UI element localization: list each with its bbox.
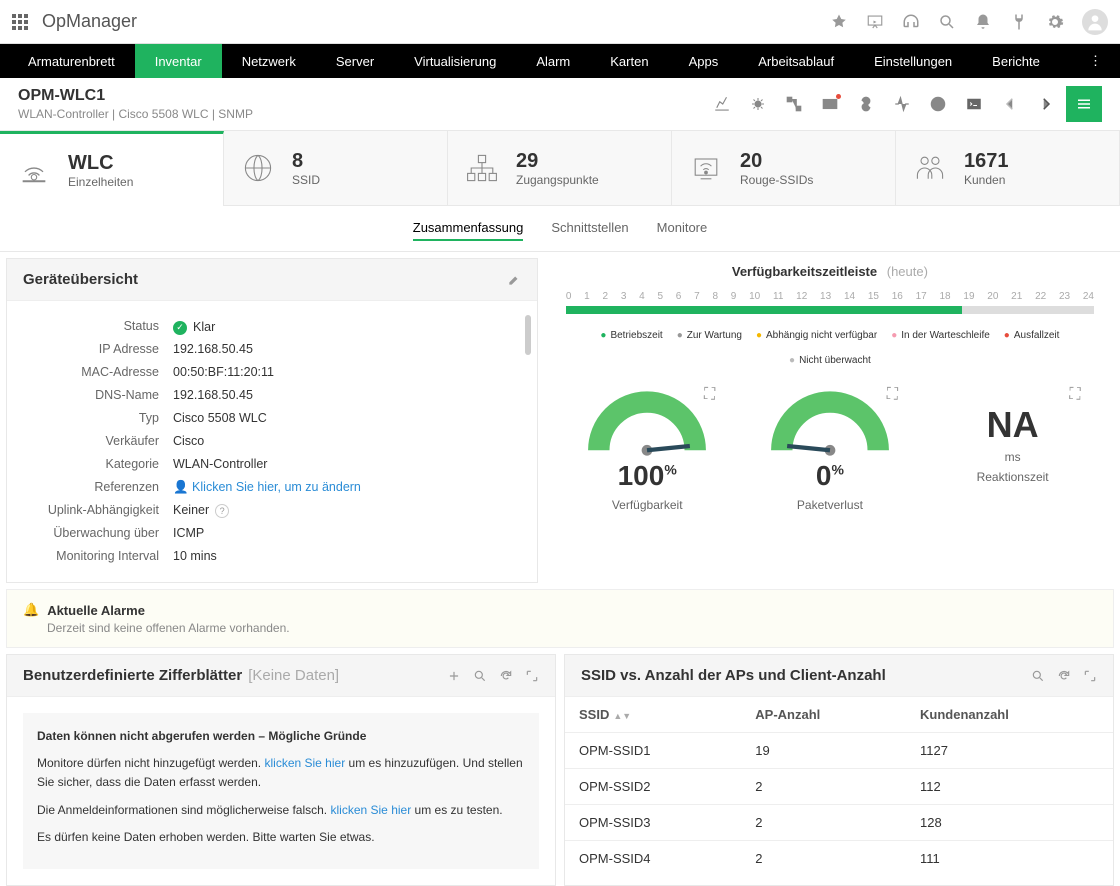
availability-range: (heute) bbox=[887, 264, 928, 279]
nav-apps[interactable]: Apps bbox=[669, 44, 739, 78]
refresh-icon[interactable] bbox=[499, 669, 513, 683]
nav-arbeitsablauf[interactable]: Arbeitsablauf bbox=[738, 44, 854, 78]
loop-icon[interactable] bbox=[850, 90, 882, 118]
nav-more-icon[interactable]: ⋮ bbox=[1079, 44, 1112, 78]
workflow-icon[interactable] bbox=[778, 90, 810, 118]
user-avatar[interactable] bbox=[1082, 9, 1108, 35]
note-title: Daten können nicht abgerufen werden – Mö… bbox=[37, 727, 525, 746]
table-row[interactable]: OPM-SSID22112 bbox=[565, 769, 1113, 805]
nav-inventar[interactable]: Inventar bbox=[135, 44, 222, 78]
plug-icon[interactable] bbox=[1010, 13, 1028, 31]
expand-icon[interactable] bbox=[1083, 669, 1097, 683]
gauge-availability: ⛶ 100% Verfügbarkeit bbox=[567, 386, 727, 512]
stat-card-ssid[interactable]: 8SSID bbox=[224, 131, 448, 206]
dials-title: Benutzerdefinierte Zifferblätter[Keine D… bbox=[23, 667, 339, 684]
add-monitor-link[interactable]: klicken Sie hier bbox=[264, 756, 345, 770]
chart-icon[interactable] bbox=[706, 90, 738, 118]
activity-icon[interactable] bbox=[886, 90, 918, 118]
timeline-hours: 0123456789101112131415161718192021222324 bbox=[566, 291, 1094, 302]
legend-down: Ausfallzeit bbox=[1004, 330, 1060, 341]
terminal-icon[interactable] bbox=[958, 90, 990, 118]
rocket-icon[interactable] bbox=[830, 13, 848, 31]
stat-card-kunden[interactable]: 1671Kunden bbox=[896, 131, 1120, 206]
add-icon[interactable] bbox=[447, 669, 461, 683]
globe-icon[interactable] bbox=[922, 90, 954, 118]
timeline-bar bbox=[566, 306, 1094, 314]
clientcount-col-header[interactable]: Kundenanzahl bbox=[906, 697, 1113, 733]
subtab-zusammenfassung[interactable]: Zusammenfassung bbox=[413, 216, 524, 241]
edit-icon[interactable] bbox=[507, 273, 521, 287]
overview-title: Geräteübersicht bbox=[23, 271, 138, 288]
subtab-schnittstellen[interactable]: Schnittstellen bbox=[551, 216, 628, 241]
device-name: OPM-WLC1 bbox=[18, 87, 253, 105]
stat-card-rouge-ssids[interactable]: 20Rouge-SSIDs bbox=[672, 131, 896, 206]
subtabs: Zusammenfassung Schnittstellen Monitore bbox=[0, 206, 1120, 252]
prev-icon[interactable] bbox=[994, 90, 1026, 118]
gear-icon[interactable] bbox=[1046, 13, 1064, 31]
legend-maint: Zur Wartung bbox=[677, 330, 742, 341]
search-panel-icon[interactable] bbox=[473, 669, 487, 683]
nav-einstellungen[interactable]: Einstellungen bbox=[854, 44, 972, 78]
legend-up: Betriebszeit bbox=[600, 330, 662, 341]
scrollbar[interactable] bbox=[525, 315, 531, 355]
nav-virtualisierung[interactable]: Virtualisierung bbox=[394, 44, 516, 78]
presentation-icon[interactable] bbox=[866, 13, 884, 31]
overview-values: Klar192.168.50.4500:50:BF:11:20:11192.16… bbox=[173, 315, 521, 568]
alarm-bell-icon: 🔔 bbox=[23, 602, 39, 618]
alert-config-icon[interactable] bbox=[742, 90, 774, 118]
nav-netzwerk[interactable]: Netzwerk bbox=[222, 44, 316, 78]
test-credentials-link[interactable]: klicken Sie hier bbox=[331, 803, 412, 817]
nav-berichte[interactable]: Berichte bbox=[972, 44, 1060, 78]
subtab-monitore[interactable]: Monitore bbox=[657, 216, 708, 241]
apps-grid-icon[interactable] bbox=[12, 14, 28, 30]
gauge-expand-icon[interactable]: ⛶ bbox=[887, 386, 898, 404]
nav-alarm[interactable]: Alarm bbox=[516, 44, 590, 78]
gauge-expand-icon[interactable]: ⛶ bbox=[704, 386, 715, 404]
gauge-expand-icon[interactable]: ⛶ bbox=[1069, 386, 1080, 404]
overview-labels: StatusIP AdresseMAC-AdresseDNS-NameTypVe… bbox=[23, 315, 173, 568]
ssid-table: SSID▲▼ AP-Anzahl Kundenanzahl OPM-SSID11… bbox=[565, 697, 1113, 876]
apcount-col-header[interactable]: AP-Anzahl bbox=[741, 697, 906, 733]
ssid-panel-title: SSID vs. Anzahl der APs und Client-Anzah… bbox=[581, 667, 886, 684]
gauge-responsetime: ⛶ NA ms Reaktionszeit bbox=[933, 386, 1093, 512]
stat-card-einzelheiten[interactable]: WLCEinzelheiten bbox=[0, 131, 224, 206]
search-panel-icon[interactable] bbox=[1031, 669, 1045, 683]
table-row[interactable]: OPM-SSID1191127 bbox=[565, 733, 1113, 769]
refresh-icon[interactable] bbox=[1057, 669, 1071, 683]
main-nav: ArmaturenbrettInventarNetzwerkServerVirt… bbox=[0, 44, 1120, 78]
bell-icon[interactable] bbox=[974, 13, 992, 31]
nav-armaturenbrett[interactable]: Armaturenbrett bbox=[8, 44, 135, 78]
headset-icon[interactable] bbox=[902, 13, 920, 31]
table-row[interactable]: OPM-SSID42111 bbox=[565, 841, 1113, 877]
nav-karten[interactable]: Karten bbox=[590, 44, 668, 78]
help-icon[interactable]: ? bbox=[215, 504, 229, 518]
menu-button[interactable] bbox=[1066, 86, 1102, 122]
availability-title: Verfügbarkeitszeitleiste bbox=[732, 264, 877, 279]
stat-card-zugangspunkte[interactable]: 29Zugangspunkte bbox=[448, 131, 672, 206]
gauge-packetloss: ⛶ 0% Paketverlust bbox=[750, 386, 910, 512]
expand-icon[interactable] bbox=[525, 669, 539, 683]
brand-title: OpManager bbox=[42, 11, 137, 32]
ssid-col-header[interactable]: SSID▲▼ bbox=[565, 697, 741, 733]
legend-unm: Nicht überwacht bbox=[789, 355, 871, 366]
table-row[interactable]: OPM-SSID32128 bbox=[565, 805, 1113, 841]
nav-server[interactable]: Server bbox=[316, 44, 394, 78]
mail-icon[interactable] bbox=[814, 90, 846, 118]
search-icon[interactable] bbox=[938, 13, 956, 31]
stats-row: WLCEinzelheiten8SSID29Zugangspunkte20Rou… bbox=[0, 131, 1120, 206]
ssid-tbody: OPM-SSID1191127OPM-SSID22112OPM-SSID3212… bbox=[565, 733, 1113, 877]
device-subtitle: WLAN-Controller | Cisco 5508 WLC | SNMP bbox=[18, 107, 253, 121]
legend-dep: Abhängig nicht verfügbar bbox=[756, 330, 877, 341]
legend-hold: In der Warteschleife bbox=[891, 330, 990, 341]
alarm-box: 🔔Aktuelle Alarme Derzeit sind keine offe… bbox=[6, 589, 1114, 648]
next-icon[interactable] bbox=[1030, 90, 1062, 118]
